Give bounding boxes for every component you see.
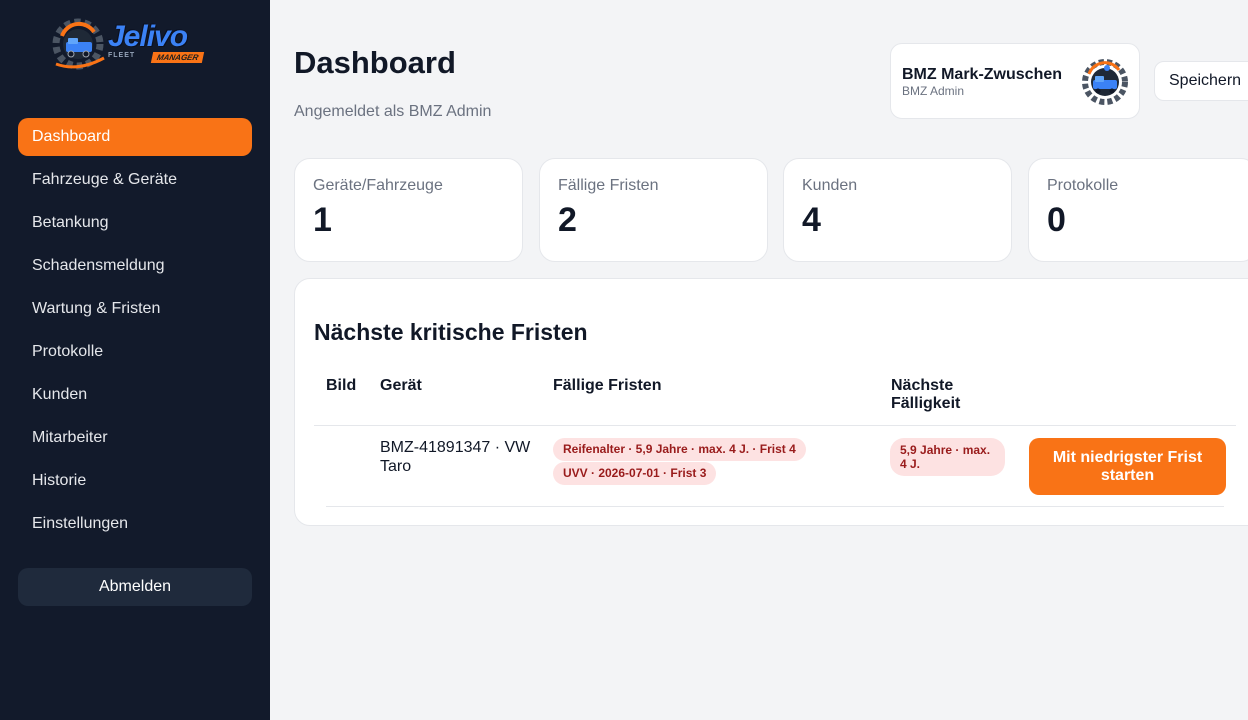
sidebar-item-mitarbeiter[interactable]: Mitarbeiter <box>18 419 252 457</box>
stat-card-faellige-fristen[interactable]: Fällige Fristen 2 <box>539 158 768 262</box>
logo-badge: MANAGER <box>150 52 205 63</box>
sidebar-item-historie[interactable]: Historie <box>18 462 252 500</box>
sidebar: Jelivo FLEET MANAGER Dashboard Fahrzeuge… <box>0 0 270 720</box>
stat-label: Kunden <box>802 177 858 194</box>
save-button[interactable]: Speichern <box>1154 61 1248 101</box>
critical-deadlines-panel: Nächste kritische Fristen Bild Gerät Fäl… <box>294 278 1248 526</box>
stat-value: 4 <box>802 201 821 239</box>
deadline-badge: UVV · 2026-07-01 · Frist 3 <box>553 462 717 485</box>
sidebar-item-wartung-fristen[interactable]: Wartung & Fristen <box>18 290 252 328</box>
sidebar-item-schadensmeldung[interactable]: Schadensmeldung <box>18 247 252 285</box>
sidebar-item-fahrzeuge-geraete[interactable]: Fahrzeuge & Geräte <box>18 161 252 199</box>
logout-button[interactable]: Abmelden <box>18 568 252 606</box>
panel-title: Nächste kritische Fristen <box>314 319 588 345</box>
company-name: BMZ Mark-Zwuschen <box>902 66 1063 83</box>
stat-card-geraete[interactable]: Geräte/Fahrzeuge 1 <box>294 158 523 262</box>
stat-label: Fällige Fristen <box>558 177 659 194</box>
row-divider <box>326 506 1224 507</box>
table-header-divider <box>314 425 1236 426</box>
company-logo-icon <box>1082 59 1128 105</box>
sidebar-item-einstellungen[interactable]: Einstellungen <box>18 505 252 543</box>
next-due-badge: 5,9 Jahre · max. 4 J. <box>890 438 1005 476</box>
logo-subtitle: FLEET <box>108 52 136 59</box>
stat-value: 1 <box>313 201 332 239</box>
company-card[interactable]: BMZ Mark-Zwuschen BMZ Admin <box>890 43 1140 119</box>
sidebar-item-betankung[interactable]: Betankung <box>18 204 252 242</box>
column-header-naechste-faelligkeit: Nächste Fälligkeit <box>891 377 961 412</box>
sidebar-item-dashboard[interactable]: Dashboard <box>18 118 252 156</box>
stat-value: 0 <box>1047 201 1066 239</box>
column-header-faellige-fristen: Fällige Fristen <box>553 377 662 394</box>
sidebar-item-protokolle[interactable]: Protokolle <box>18 333 252 371</box>
stat-value: 2 <box>558 201 577 239</box>
column-header-geraet: Gerät <box>380 377 422 394</box>
gear-truck-icon <box>52 18 105 70</box>
stat-card-kunden[interactable]: Kunden 4 <box>783 158 1012 262</box>
device-name[interactable]: BMZ-41891347 · VW Taro <box>380 438 540 476</box>
column-header-bild: Bild <box>326 377 357 394</box>
page-title: Dashboard <box>294 45 456 80</box>
stat-label: Protokolle <box>1047 177 1119 194</box>
brand-logo[interactable]: Jelivo FLEET MANAGER <box>50 14 222 76</box>
logo-wordmark: Jelivo <box>108 20 188 53</box>
company-role: BMZ Admin <box>902 84 965 98</box>
logged-in-subtitle: Angemeldet als BMZ Admin <box>294 103 492 120</box>
sidebar-nav: Dashboard Fahrzeuge & Geräte Betankung S… <box>18 118 252 548</box>
start-lowest-deadline-button[interactable]: Mit niedrigster Frist starten <box>1029 438 1226 495</box>
deadline-badge: Reifenalter · 5,9 Jahre · max. 4 J. · Fr… <box>553 438 806 461</box>
stat-card-protokolle[interactable]: Protokolle 0 <box>1028 158 1248 262</box>
sidebar-item-kunden[interactable]: Kunden <box>18 376 252 414</box>
stat-label: Geräte/Fahrzeuge <box>313 177 443 194</box>
